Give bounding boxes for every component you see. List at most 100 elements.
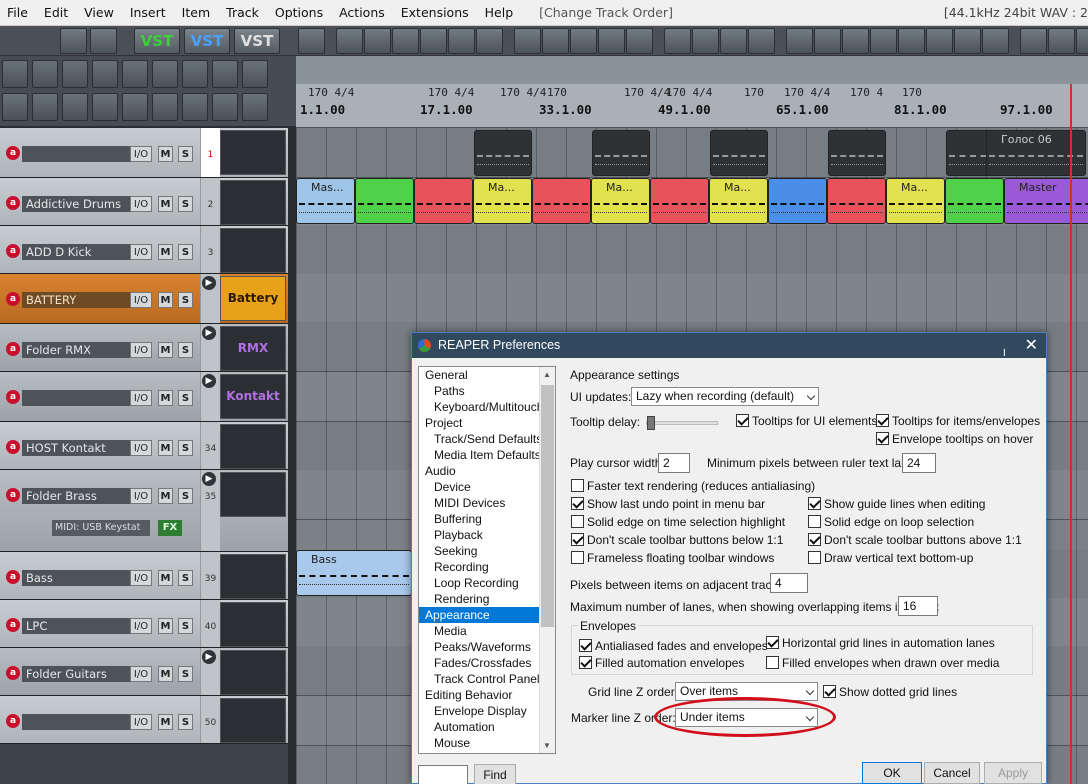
cancel-button[interactable]: Cancel <box>924 762 980 784</box>
left-toolbar-button-13[interactable] <box>122 93 148 121</box>
tooltip-delay-slider[interactable] <box>646 416 718 430</box>
max-lanes-input[interactable]: 16 <box>898 596 938 616</box>
pin-icon[interactable]: ╷ <box>1001 337 1008 362</box>
mute-button[interactable]: M <box>158 390 173 406</box>
filled-over-checkbox[interactable] <box>766 656 779 669</box>
toolbar-button-1[interactable] <box>90 28 117 54</box>
record-arm-icon[interactable]: a <box>6 244 20 258</box>
toolbar-button-7[interactable] <box>448 28 475 54</box>
media-item[interactable] <box>414 178 473 224</box>
vst-button-1[interactable]: VST <box>134 28 180 54</box>
track-name[interactable]: Folder Brass <box>22 488 130 504</box>
menu-options[interactable]: Options <box>268 0 332 26</box>
track-name[interactable]: BATTERY <box>22 292 130 308</box>
tree-item-loop-recording[interactable]: Loop Recording <box>419 575 555 591</box>
left-toolbar-button-12[interactable] <box>92 93 118 121</box>
solo-button[interactable]: S <box>178 570 193 586</box>
close-icon[interactable]: ✕ <box>1025 333 1038 358</box>
toolbar-button-9[interactable] <box>514 28 541 54</box>
track-7[interactable]: a HOST Kontakt I/O M S 34 <box>0 422 288 470</box>
record-arm-icon[interactable]: a <box>6 390 20 404</box>
tree-item-track-send-defaults[interactable]: Track/Send Defaults <box>419 431 555 447</box>
io-button[interactable]: I/O <box>130 244 152 260</box>
io-button[interactable]: I/O <box>130 292 152 308</box>
mute-button[interactable]: M <box>158 146 173 162</box>
record-arm-icon[interactable]: a <box>6 342 20 356</box>
track-10[interactable]: a LPC I/O M S 40 <box>0 600 288 648</box>
tree-item-paths[interactable]: Paths <box>419 383 555 399</box>
tree-item-media-item-defaults[interactable]: Media Item Defaults <box>419 447 555 463</box>
left-toolbar-button-10[interactable] <box>32 93 58 121</box>
guide-lines-checkbox[interactable] <box>808 497 821 510</box>
menu-actions[interactable]: Actions <box>332 0 394 26</box>
track-lane[interactable] <box>296 226 1088 276</box>
track-name[interactable]: Folder RMX <box>22 342 130 358</box>
play-cursor-input[interactable]: 2 <box>658 453 690 473</box>
toolbar-button-27[interactable] <box>1048 28 1075 54</box>
io-button[interactable]: I/O <box>130 570 152 586</box>
track-2[interactable]: a Addictive Drums I/O M S 2 <box>0 178 288 226</box>
folder-toggle-icon[interactable]: ▶ <box>202 374 216 388</box>
left-toolbar-button-16[interactable] <box>212 93 238 121</box>
left-toolbar-button-7[interactable] <box>212 60 238 88</box>
media-item[interactable] <box>768 178 827 224</box>
track-12[interactable]: a I/O M S 50 <box>0 696 288 744</box>
left-toolbar-button-11[interactable] <box>62 93 88 121</box>
track-name[interactable] <box>22 390 130 406</box>
tree-item-editing-behavior[interactable]: Editing Behavior <box>419 687 555 703</box>
tree-item-rendering[interactable]: Rendering <box>419 591 555 607</box>
media-item[interactable] <box>355 178 414 224</box>
solo-button[interactable]: S <box>178 488 193 504</box>
folder-toggle-icon[interactable]: ▶ <box>202 472 216 486</box>
toolbar-button-28[interactable] <box>1076 28 1088 54</box>
track-name[interactable]: Addictive Drums <box>22 196 130 212</box>
media-item[interactable]: Ma... <box>473 178 532 224</box>
tooltips-items-checkbox[interactable] <box>876 414 889 427</box>
solo-button[interactable]: S <box>178 244 193 260</box>
folder-toggle-icon[interactable]: ▶ <box>202 650 216 664</box>
track-name[interactable]: Bass <box>22 570 130 586</box>
min-pixels-input[interactable]: 24 <box>902 453 936 473</box>
vertical-text-checkbox[interactable] <box>808 551 821 564</box>
tree-item-recording[interactable]: Recording <box>419 559 555 575</box>
media-item[interactable]: Ma... <box>709 178 768 224</box>
io-button[interactable]: I/O <box>130 342 152 358</box>
slider-knob[interactable] <box>647 416 655 430</box>
left-toolbar-button-1[interactable] <box>32 60 58 88</box>
faster-text-checkbox[interactable] <box>571 479 584 492</box>
solo-button[interactable]: S <box>178 292 193 308</box>
toolbar-button-25[interactable] <box>982 28 1009 54</box>
record-arm-icon[interactable]: a <box>6 666 20 680</box>
track-name[interactable]: HOST Kontakt <box>22 440 130 456</box>
media-item[interactable] <box>710 130 768 176</box>
mute-button[interactable]: M <box>158 618 173 634</box>
io-button[interactable]: I/O <box>130 146 152 162</box>
mute-button[interactable]: M <box>158 196 173 212</box>
menu-view[interactable]: View <box>77 0 123 26</box>
scroll-down-icon[interactable]: ▼ <box>543 741 551 750</box>
mute-button[interactable]: M <box>158 488 173 504</box>
tree-item-automation[interactable]: Automation <box>419 719 555 735</box>
track-name[interactable] <box>22 146 130 162</box>
record-arm-icon[interactable]: a <box>6 196 20 210</box>
menu-extensions[interactable]: Extensions <box>394 0 478 26</box>
media-item[interactable] <box>828 130 886 176</box>
toolbar-button-26[interactable] <box>1020 28 1047 54</box>
media-item[interactable]: Bass <box>296 550 412 596</box>
toolbar-button-15[interactable] <box>692 28 719 54</box>
left-toolbar-button-14[interactable] <box>152 93 178 121</box>
dont-scale-above-checkbox[interactable] <box>808 533 821 546</box>
media-item[interactable]: Master <box>1004 178 1088 224</box>
timeline-ruler[interactable]: 1.1.00 17.1.00 33.1.00 49.1.00 65.1.00 81.1.0… <box>296 84 1088 128</box>
io-button[interactable]: I/O <box>130 618 152 634</box>
scroll-up-icon[interactable]: ▲ <box>543 370 551 379</box>
tree-item-track-control-panels[interactable]: Track Control Panels <box>419 671 555 687</box>
dont-scale-below-checkbox[interactable] <box>571 533 584 546</box>
solo-button[interactable]: S <box>178 196 193 212</box>
vst-button-3[interactable]: VST <box>234 28 280 54</box>
track-name[interactable] <box>22 714 130 730</box>
media-item[interactable]: Mas... <box>296 178 355 224</box>
toolbar-button-21[interactable] <box>870 28 897 54</box>
toolbar-button-17[interactable] <box>748 28 775 54</box>
media-item[interactable]: Ma... <box>591 178 650 224</box>
